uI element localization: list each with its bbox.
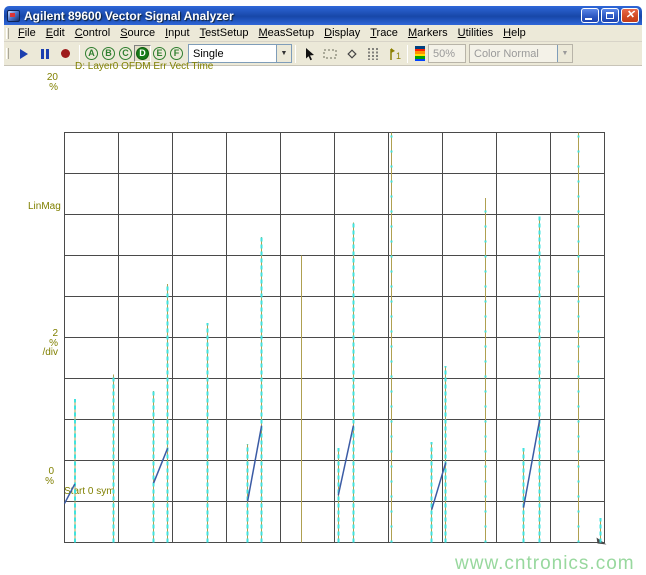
toolbar-separator: [295, 44, 296, 63]
play-button[interactable]: [13, 44, 34, 63]
record-icon: [61, 49, 70, 58]
chevron-down-icon: ▼: [276, 45, 291, 62]
menu-meassetup[interactable]: MeasSetup: [253, 25, 319, 41]
y-axis-min-label: 0%: [45, 466, 54, 487]
trace-d-button[interactable]: D: [134, 45, 151, 62]
trace-e-button[interactable]: E: [151, 45, 168, 62]
diamond-icon: [346, 48, 357, 59]
pause-button[interactable]: [34, 44, 55, 63]
trace-segment: [522, 419, 541, 508]
band-markers-tool-button[interactable]: [362, 44, 383, 63]
marker1-icon: 1: [389, 47, 401, 61]
menu-help[interactable]: Help: [498, 25, 531, 41]
title-bar[interactable]: Agilent 89600 Vector Signal Analyzer ✕: [4, 6, 642, 25]
color-scale-icon: [415, 46, 425, 61]
y-axis-max-label: 20%: [46, 72, 58, 93]
trace-b-label: B: [102, 47, 115, 60]
play-icon: [19, 48, 28, 59]
menu-source[interactable]: Source: [115, 25, 160, 41]
pause-icon: [40, 48, 49, 59]
maximize-button[interactable]: [601, 8, 619, 23]
minimize-icon: [585, 18, 592, 20]
y-axis-scale-type: LinMag: [28, 201, 61, 212]
trace-f-button[interactable]: F: [168, 45, 185, 62]
error-vector-time-chart: [63, 132, 607, 545]
zoom-select-tool-button[interactable]: [320, 44, 341, 63]
menu-input[interactable]: Input: [160, 25, 194, 41]
menubar-grip: [6, 27, 9, 39]
toolbar-separator: [407, 44, 408, 63]
close-icon: ✕: [625, 9, 635, 21]
minimize-button[interactable]: [581, 8, 599, 23]
trace-d-label: D: [136, 47, 149, 60]
zoom-percent-value: 50%: [433, 47, 456, 60]
measurement-area: D: Layer0 OFDM Err Vect Time 20% LinMag …: [4, 62, 642, 574]
trace-c-button[interactable]: C: [117, 45, 134, 62]
trace-f-label: F: [170, 47, 183, 60]
trace-e-label: E: [153, 47, 166, 60]
chart-plot[interactable]: [63, 132, 607, 545]
menu-display[interactable]: Display: [319, 25, 365, 41]
trace-b-button[interactable]: B: [100, 45, 117, 62]
y-axis-per-div-label: 2%/div: [42, 328, 58, 358]
trace-segment: [246, 425, 263, 502]
trace-a-label: A: [85, 47, 98, 60]
menu-edit[interactable]: Edit: [41, 25, 70, 41]
menu-control[interactable]: Control: [70, 25, 115, 41]
pointer-tool-button[interactable]: [299, 44, 320, 63]
pointer-icon: [305, 47, 314, 60]
menu-utilities[interactable]: Utilities: [453, 25, 498, 41]
record-button[interactable]: [55, 44, 76, 63]
window-title: Agilent 89600 Vector Signal Analyzer: [24, 8, 234, 23]
color-mode-select[interactable]: Color Normal ▼: [469, 44, 573, 63]
band-bars-icon: [367, 47, 378, 60]
svg-text:1: 1: [396, 51, 401, 61]
watermark: www.cntronics.com: [455, 553, 635, 574]
trace-segment: [430, 462, 447, 510]
menu-bar: File Edit Control Source Input TestSetup…: [4, 25, 642, 42]
trace-a-button[interactable]: A: [83, 45, 100, 62]
marker1-tool-button[interactable]: 1: [383, 44, 404, 63]
trace-segment: [152, 447, 169, 484]
color-mode-value: Color Normal: [474, 47, 539, 60]
sweep-mode-value: Single: [193, 47, 224, 60]
trace-segment: [63, 483, 76, 504]
maximize-icon: [606, 12, 614, 19]
app-window: Agilent 89600 Vector Signal Analyzer ✕ F…: [4, 6, 642, 574]
app-icon: [7, 9, 20, 22]
menu-markers[interactable]: Markers: [403, 25, 453, 41]
marker-diamond-tool-button[interactable]: [341, 44, 362, 63]
toolbar-grip: [6, 48, 9, 59]
selection-rect-icon: [323, 49, 337, 58]
menu-trace[interactable]: Trace: [365, 25, 403, 41]
zoom-percent-field[interactable]: 50%: [428, 44, 466, 63]
menu-testsetup[interactable]: TestSetup: [195, 25, 254, 41]
trace-title: D: Layer0 OFDM Err Vect Time: [75, 61, 214, 72]
toolbar-separator: [79, 44, 80, 63]
menu-file[interactable]: File: [13, 25, 41, 41]
chevron-down-icon: ▼: [557, 45, 572, 62]
trace-c-label: C: [119, 47, 132, 60]
close-button[interactable]: ✕: [621, 8, 639, 23]
